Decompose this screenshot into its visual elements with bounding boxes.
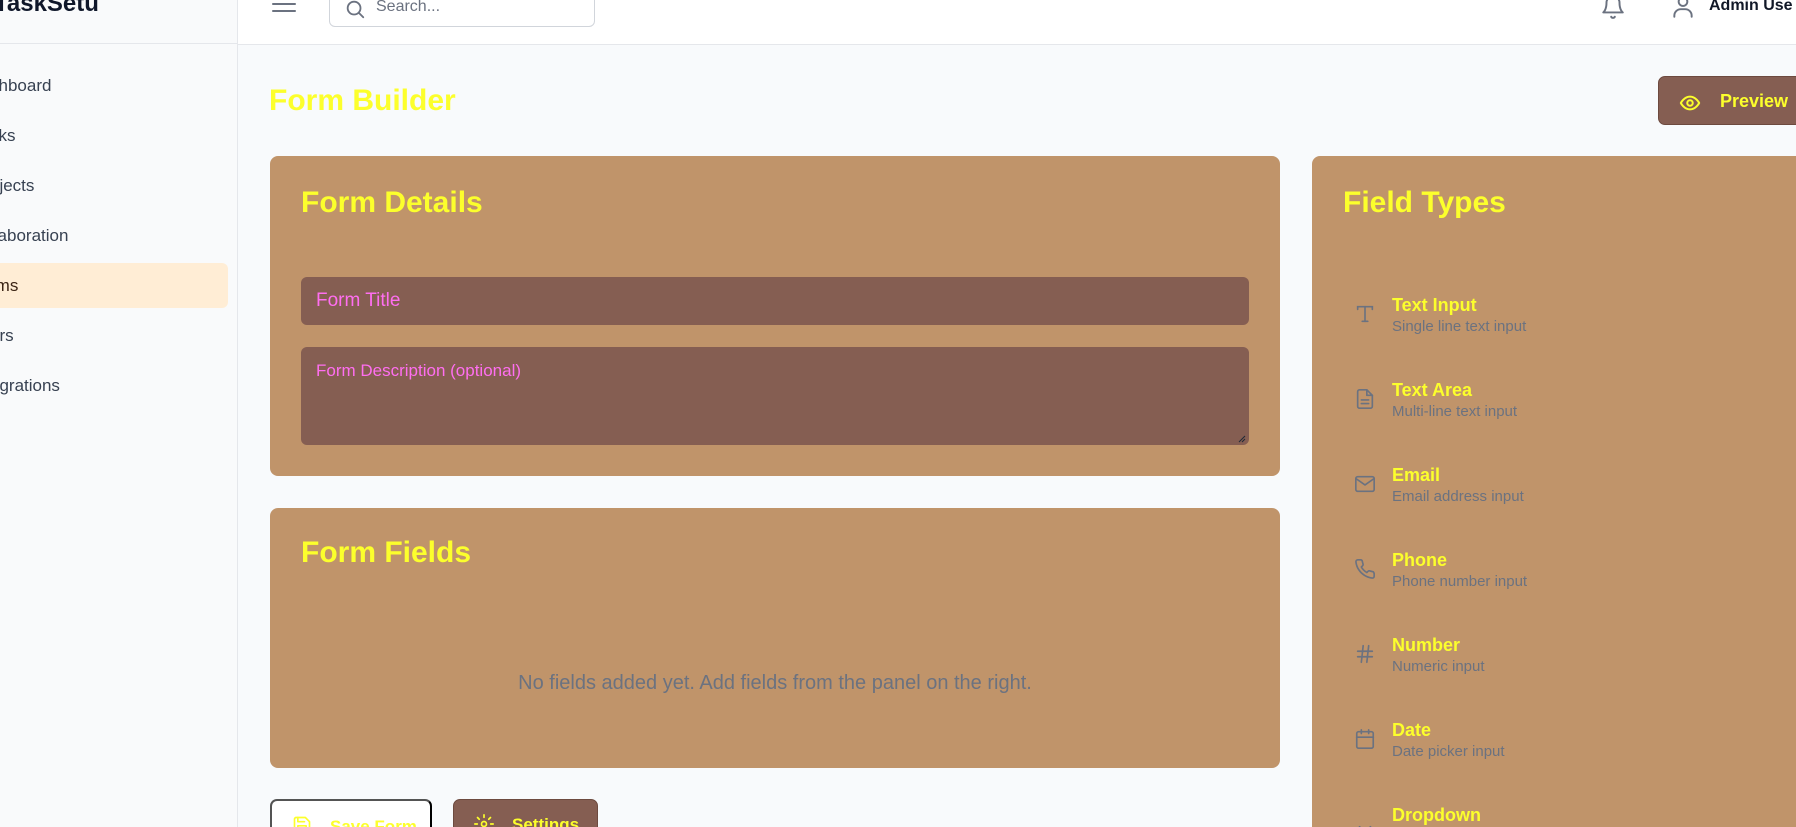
field-type-description: Date picker input (1392, 743, 1505, 760)
user-icon[interactable] (1670, 0, 1696, 20)
save-form-button[interactable]: Save Form (270, 799, 432, 827)
field-type-name: Date (1392, 720, 1432, 740)
field-type-description: Multi-line text input (1392, 403, 1518, 420)
field-type-name: Email (1392, 465, 1441, 485)
field-types-card: Field Types Text Input Single line text … (1312, 156, 1796, 827)
field-type-number[interactable]: Number Numeric input (1342, 635, 1762, 695)
save-form-label: Save Form (330, 817, 417, 827)
sidebar-item-dashboard[interactable]: shboard (0, 63, 228, 108)
user-name[interactable]: Admin Use (1709, 0, 1793, 15)
preview-label: Preview (1720, 91, 1789, 111)
field-type-name: Text Area (1392, 380, 1473, 400)
form-details-card: Form Details (270, 156, 1280, 476)
sidebar-item-label: ers (0, 326, 14, 345)
resize-handle-icon[interactable] (1238, 435, 1246, 443)
file-text-icon (1356, 389, 1374, 409)
field-type-phone[interactable]: Phone Phone number input (1342, 550, 1762, 610)
sidebar-item-label: rms (0, 276, 19, 295)
field-type-date[interactable]: Date Date picker input (1342, 720, 1762, 780)
sidebar-item-label: ojects (0, 176, 35, 195)
type-icon (1356, 305, 1374, 323)
sidebar-item-users[interactable]: ers (0, 313, 228, 358)
field-type-text-area[interactable]: Text Area Multi-line text input (1342, 380, 1762, 440)
field-type-text-input[interactable]: Text Input Single line text input (1342, 295, 1762, 355)
sidebar-item-tasks[interactable]: sks (0, 113, 228, 158)
field-type-description: Phone number input (1392, 573, 1528, 590)
gear-icon (474, 814, 494, 827)
search-box[interactable] (329, 0, 595, 27)
sidebar-nav: shboard sks ojects llaboration rms ers e… (0, 63, 238, 413)
form-description-textarea[interactable] (301, 347, 1249, 445)
save-icon (293, 816, 311, 827)
field-type-name: Text Input (1392, 295, 1477, 315)
mail-icon (1355, 475, 1375, 493)
field-type-description: Single line text input (1392, 318, 1527, 335)
eye-icon (1679, 95, 1701, 111)
sidebar-item-label: shboard (0, 76, 52, 95)
form-title-input[interactable] (301, 277, 1249, 325)
phone-icon (1355, 559, 1375, 579)
menu-icon[interactable] (272, 0, 296, 16)
sidebar-item-label: egrations (0, 376, 60, 395)
field-types-heading: Field Types (1343, 186, 1506, 219)
bell-icon[interactable] (1600, 0, 1626, 20)
field-type-description: Email address input (1392, 488, 1524, 505)
form-details-heading: Form Details (301, 186, 483, 219)
form-fields-card: Form Fields No fields added yet. Add fie… (270, 508, 1280, 768)
sidebar-item-forms[interactable]: rms (0, 263, 228, 308)
sidebar: TaskSetu shboard sks ojects llaboration … (0, 0, 238, 827)
hash-icon (1356, 644, 1374, 664)
page-title: Form Builder (269, 84, 456, 117)
sidebar-item-collaboration[interactable]: llaboration (0, 213, 228, 258)
sidebar-item-projects[interactable]: ojects (0, 163, 228, 208)
chevron-down-icon (1358, 825, 1372, 827)
sidebar-item-label: llaboration (0, 226, 69, 245)
calendar-icon (1355, 729, 1375, 749)
field-type-description: Numeric input (1392, 658, 1485, 675)
field-type-name: Phone (1392, 550, 1448, 570)
search-input[interactable] (376, 0, 576, 17)
field-type-email[interactable]: Email Email address input (1342, 465, 1762, 525)
search-icon (346, 0, 365, 19)
top-header: Admin Use (238, 0, 1796, 45)
field-type-name: Number (1392, 635, 1461, 655)
sidebar-item-integrations[interactable]: egrations (0, 363, 228, 408)
sidebar-item-label: sks (0, 126, 16, 145)
field-type-name: Dropdown (1392, 805, 1481, 825)
preview-button[interactable]: Preview (1658, 76, 1796, 125)
field-type-dropdown[interactable]: Dropdown (1342, 805, 1762, 827)
settings-label: Settings (512, 815, 580, 827)
brand-logo[interactable]: TaskSetu (0, 0, 238, 44)
form-fields-heading: Form Fields (301, 536, 472, 569)
empty-fields-message: No fields added yet. Add fields from the… (518, 672, 1032, 694)
settings-button[interactable]: Settings (453, 799, 598, 827)
brand-name: TaskSetu (0, 0, 99, 17)
